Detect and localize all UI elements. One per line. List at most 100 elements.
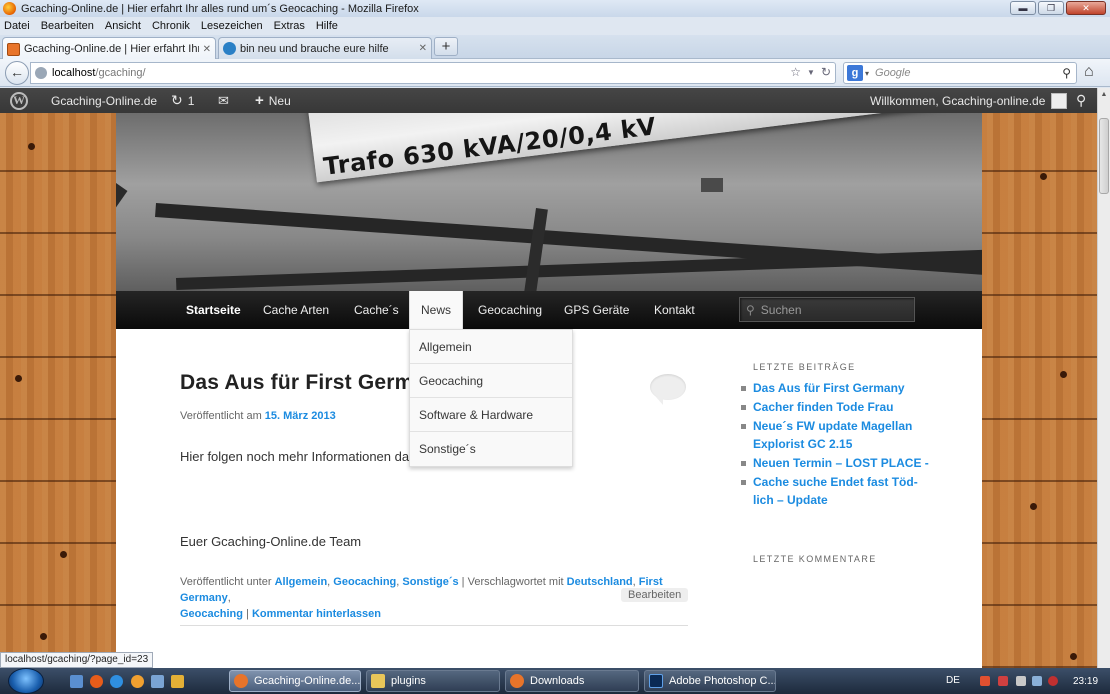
main-navigation: Startseite Cache Arten Cache´s News Geoc… (116, 291, 982, 329)
taskbar-firefox[interactable]: Gcaching-Online.de... (229, 670, 361, 692)
nav-geocaching[interactable]: Geocaching (478, 291, 542, 329)
recent-post-link[interactable]: Das Aus für First Germany (740, 379, 930, 397)
nav-news[interactable]: News (409, 291, 463, 329)
tag-link-deutschland[interactable]: Deutschland (567, 576, 633, 588)
maximize-button[interactable]: ❐ (1038, 1, 1064, 15)
menu-chronik[interactable]: Chronik (152, 20, 190, 32)
admin-search[interactable]: ⚲ (1076, 88, 1086, 113)
taskbar-plugins[interactable]: plugins (366, 670, 500, 692)
nav-gps-geraete[interactable]: GPS Geräte (564, 291, 629, 329)
steel-beam (176, 247, 982, 290)
engine-dropdown-icon[interactable]: ▾ (865, 69, 869, 78)
tray-app-icon[interactable] (980, 676, 990, 686)
reload-icon[interactable]: ↻ (821, 65, 831, 81)
header-image[interactable]: Trafo 630 kVA/20/0,4 kV (116, 113, 982, 291)
scrollbar-thumb[interactable] (1099, 118, 1109, 194)
submenu-sonstiges[interactable]: Sonstige´s (410, 432, 572, 466)
scroll-up-arrow-icon[interactable]: ▲ (1098, 88, 1110, 101)
admin-account[interactable]: Willkommen, Gcaching-online.de (870, 88, 1068, 113)
web-search-bar[interactable]: g ▾ Google ⚲ (843, 62, 1077, 84)
taskbar-photoshop[interactable]: Adobe Photoshop C... (644, 670, 776, 692)
site-search-input[interactable]: ⚲ Suchen (739, 297, 915, 322)
admin-new-content[interactable]: + Neu (255, 88, 291, 113)
show-desktop-icon[interactable] (70, 675, 83, 688)
category-link-sonstiges[interactable]: Sonstige´s (402, 576, 458, 588)
category-link-geocaching[interactable]: Geocaching (333, 576, 396, 588)
window-switch-icon[interactable] (151, 675, 164, 688)
recent-post-link[interactable]: Neuen Termin – LOST PLACE - (740, 454, 930, 472)
nav-cache-arten[interactable]: Cache Arten (263, 291, 329, 329)
language-indicator[interactable]: DE (946, 675, 960, 686)
footer-text: | (242, 608, 252, 620)
tab-close-icon[interactable]: ✕ (419, 43, 427, 54)
url-bar-buttons: ☆ ▼ ↻ (790, 65, 831, 81)
submenu-allgemein[interactable]: Allgemein (410, 330, 572, 364)
wood-knot (1070, 653, 1077, 660)
tab-label: bin neu und brauche eure hilfe (240, 42, 389, 55)
recent-post-link[interactable]: Neue´s FW update Magellan Explorist GC 2… (740, 417, 930, 453)
folder-icon (371, 674, 385, 688)
wood-knot (15, 375, 22, 382)
task-label: plugins (391, 675, 426, 687)
tab-close-icon[interactable]: ✕ (203, 44, 211, 55)
post-date-link[interactable]: 15. März 2013 (265, 410, 336, 422)
tray-app-icon[interactable] (1016, 676, 1026, 686)
submenu-software-hardware[interactable]: Software & Hardware (410, 398, 572, 432)
firefox-quicklaunch-icon[interactable] (90, 675, 103, 688)
url-bar[interactable]: localhost /gcaching/ ☆ ▼ ↻ (30, 62, 836, 84)
menu-datei[interactable]: Datei (4, 20, 30, 32)
post-paragraph: Hier folgen noch mehr Informationen dazu (180, 449, 423, 464)
volume-icon[interactable] (1048, 676, 1058, 686)
updates-icon: ↻ (171, 92, 183, 108)
menu-ansicht[interactable]: Ansicht (105, 20, 141, 32)
google-engine-icon[interactable]: g (847, 65, 863, 81)
wp-logo-menu[interactable]: W (10, 88, 28, 113)
back-button[interactable]: ← (5, 61, 29, 85)
tab-gcaching-online[interactable]: Gcaching-Online.de | Hier erfahrt Ihr ..… (2, 37, 216, 60)
clock[interactable]: 23:19 (1073, 676, 1098, 687)
taskbar-downloads[interactable]: Downloads (505, 670, 639, 692)
menu-bearbeiten[interactable]: Bearbeiten (41, 20, 94, 32)
recent-post-link[interactable]: Cache suche Endet fast Töd-lich – Update (740, 473, 930, 509)
post-signature: Euer Gcaching-Online.de Team (180, 534, 362, 549)
recent-post-link[interactable]: Cacher finden Tode Frau (740, 398, 930, 416)
start-button[interactable] (8, 668, 44, 694)
nav-caches[interactable]: Cache´s (354, 291, 399, 329)
comment-bubble-icon[interactable] (650, 374, 686, 405)
ie-quicklaunch-icon[interactable] (110, 675, 123, 688)
history-dropdown-icon[interactable]: ▼ (807, 65, 815, 81)
date-prefix: Veröffentlicht am (180, 410, 265, 422)
menu-hilfe[interactable]: Hilfe (316, 20, 338, 32)
tab-bin-neu[interactable]: bin neu und brauche eure hilfe ✕ (218, 37, 432, 59)
home-icon[interactable]: ⌂ (1084, 63, 1094, 81)
edit-post-button[interactable]: Bearbeiten (621, 588, 689, 602)
site-identity-icon[interactable] (35, 67, 47, 79)
search-icon[interactable]: ⚲ (1062, 66, 1071, 80)
close-window-button[interactable]: ✕ (1066, 1, 1106, 15)
site-favicon-icon (7, 42, 20, 56)
leave-comment-link[interactable]: Kommentar hinterlassen (252, 608, 381, 620)
network-icon[interactable] (1032, 676, 1042, 686)
admin-site-name[interactable]: Gcaching-Online.de (51, 88, 157, 113)
menu-extras[interactable]: Extras (274, 20, 305, 32)
media-quicklaunch-icon[interactable] (131, 675, 144, 688)
vertical-scrollbar[interactable]: ▲ (1097, 88, 1110, 668)
recent-posts-list: Das Aus für First Germany Cacher finden … (740, 379, 930, 510)
task-label: Gcaching-Online.de... (254, 675, 361, 687)
bookmark-star-icon[interactable]: ☆ (790, 65, 801, 81)
minimize-button[interactable]: ▬ (1010, 1, 1036, 15)
menu-lesezeichen[interactable]: Lesezeichen (201, 20, 263, 32)
tag-link-geocaching[interactable]: Geocaching (180, 608, 243, 620)
category-link-allgemein[interactable]: Allgemein (275, 576, 328, 588)
media-player-icon[interactable] (171, 675, 184, 688)
admin-updates[interactable]: ↻ 1 (171, 88, 194, 113)
nav-kontakt[interactable]: Kontakt (654, 291, 695, 329)
admin-comments[interactable]: ✉ (218, 88, 229, 113)
submenu-geocaching[interactable]: Geocaching (410, 364, 572, 398)
nav-startseite[interactable]: Startseite (186, 291, 241, 329)
wood-knot (28, 143, 35, 150)
tray-app-icon[interactable] (998, 676, 1008, 686)
window-title: Gcaching-Online.de | Hier erfahrt Ihr al… (21, 2, 419, 15)
new-label: Neu (268, 93, 291, 108)
new-tab-button[interactable]: + (434, 37, 458, 56)
